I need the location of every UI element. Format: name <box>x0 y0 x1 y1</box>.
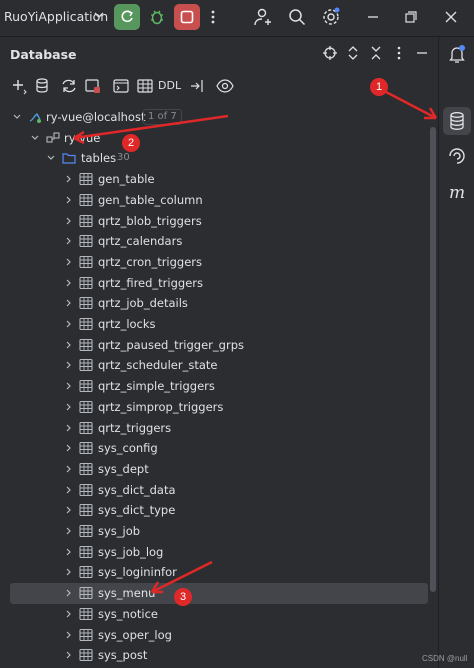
annotation-marker-3: 3 <box>174 588 192 606</box>
annotation-marker-2: 2 <box>122 134 140 152</box>
annotation-arrows <box>73 90 438 594</box>
watermark: CSDN @null <box>422 654 468 663</box>
annotation-marker-1: 1 <box>370 78 388 96</box>
